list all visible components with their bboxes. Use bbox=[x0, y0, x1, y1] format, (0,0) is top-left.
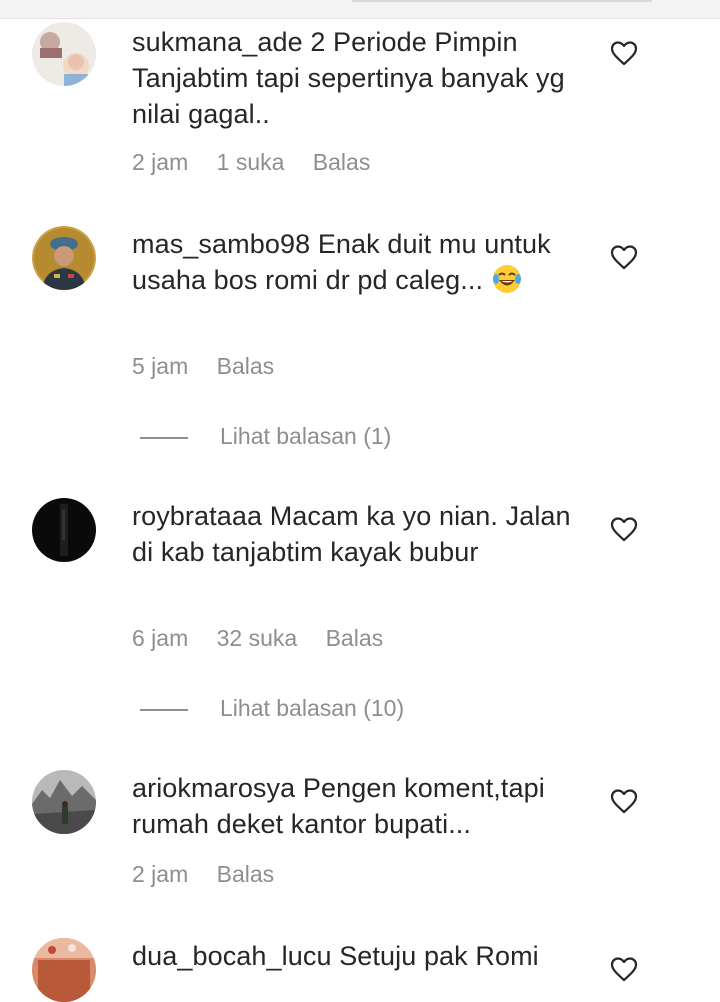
reply-button[interactable]: Balas bbox=[217, 353, 275, 379]
avatar[interactable] bbox=[32, 22, 96, 86]
comment-username[interactable]: ariokmarosya bbox=[132, 773, 295, 803]
comment-text: mas_sambo98 Enak duit mu untuk usaha bos… bbox=[132, 226, 582, 298]
top-bar-divider bbox=[352, 0, 652, 2]
comment-time: 2 jam bbox=[132, 861, 189, 887]
comment-meta: 5 jam Balas bbox=[132, 353, 296, 380]
comment-username[interactable]: roybrataaa bbox=[132, 501, 262, 531]
comment-text: roybrataaa Macam ka yo nian. Jalan di ka… bbox=[132, 498, 582, 570]
view-replies-button[interactable]: Lihat balasan (10) bbox=[140, 695, 404, 722]
comment-likes[interactable]: 1 suka bbox=[217, 149, 285, 175]
comment-time: 6 jam bbox=[132, 625, 189, 651]
comment-username[interactable]: sukmana_ade bbox=[132, 27, 303, 57]
reply-button[interactable]: Balas bbox=[326, 625, 384, 651]
comment-meta: 2 jam 1 suka Balas bbox=[132, 149, 392, 176]
comment-time: 5 jam bbox=[132, 353, 189, 379]
comment-likes[interactable]: 32 suka bbox=[217, 625, 298, 651]
comment-time: 2 jam bbox=[132, 149, 189, 175]
comment-meta: 2 jam Balas bbox=[132, 861, 296, 888]
replies-divider bbox=[140, 436, 188, 439]
heart-icon[interactable] bbox=[610, 788, 638, 814]
heart-icon[interactable] bbox=[610, 516, 638, 542]
comment-username[interactable]: dua_bocah_lucu bbox=[132, 941, 332, 971]
heart-icon[interactable] bbox=[610, 244, 638, 270]
view-replies-label[interactable]: Lihat balasan (1) bbox=[220, 423, 391, 449]
avatar[interactable] bbox=[32, 498, 96, 562]
comment-body: Setuju pak Romi bbox=[339, 941, 539, 971]
comment-meta: 6 jam 32 suka Balas bbox=[132, 625, 405, 652]
heart-icon[interactable] bbox=[610, 956, 638, 982]
top-bar bbox=[0, 0, 720, 19]
avatar[interactable] bbox=[32, 226, 96, 290]
reply-button[interactable]: Balas bbox=[313, 149, 371, 175]
comment-username[interactable]: mas_sambo98 bbox=[132, 229, 310, 259]
replies-divider bbox=[140, 708, 188, 711]
view-replies-label[interactable]: Lihat balasan (10) bbox=[220, 695, 404, 721]
avatar[interactable] bbox=[32, 938, 96, 1002]
comment-text: ariokmarosya Pengen koment,tapi rumah de… bbox=[132, 770, 582, 842]
reply-button[interactable]: Balas bbox=[217, 861, 275, 887]
comment-text: dua_bocah_lucu Setuju pak Romi bbox=[132, 938, 582, 974]
view-replies-button[interactable]: Lihat balasan (1) bbox=[140, 423, 391, 450]
face-with-tears-of-joy-icon bbox=[491, 263, 523, 295]
heart-icon[interactable] bbox=[610, 40, 638, 66]
avatar[interactable] bbox=[32, 770, 96, 834]
comment-text: sukmana_ade 2 Periode Pimpin Tanjabtim t… bbox=[132, 24, 582, 132]
